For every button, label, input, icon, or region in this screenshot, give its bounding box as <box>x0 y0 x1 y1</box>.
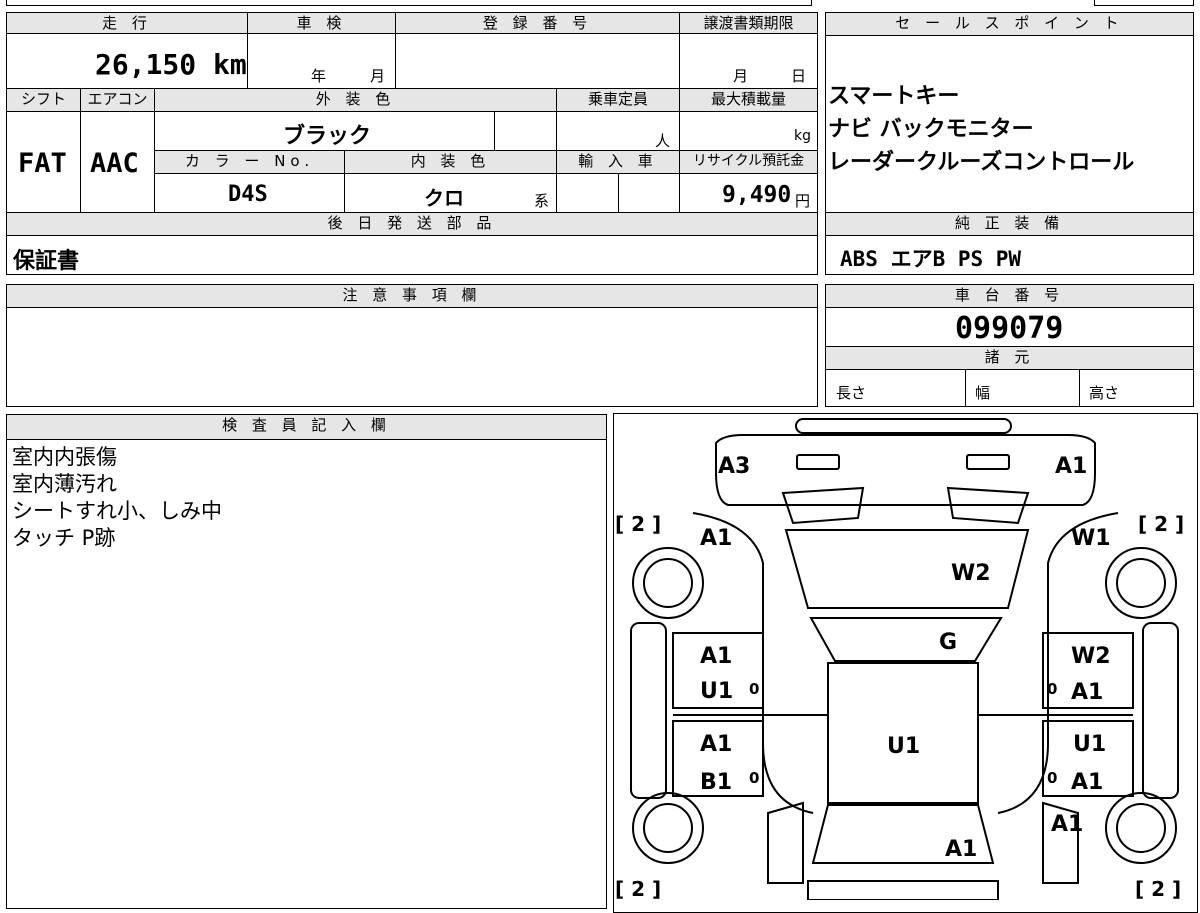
map-right-front-fender: W1 <box>1071 526 1111 551</box>
map-left-rear-door-1: A1 <box>700 732 732 757</box>
inspection-month: 月 <box>370 67 386 85</box>
sales-point-2: ナビ バックモニター <box>828 117 1034 142</box>
tire-mark-front-left: [ 2 ] <box>615 512 661 536</box>
genuine-equipment-header: 純 正 装 備 <box>825 212 1194 236</box>
tire-mark-rear-left: [ 2 ] <box>615 877 661 900</box>
notes-header: 注 意 事 項 欄 <box>6 284 818 308</box>
mileage-header: 走 行 <box>6 12 248 34</box>
map-front-right-corner: A1 <box>1055 454 1087 479</box>
aircon-value: AAC <box>90 148 139 179</box>
inspector-line-4: タッチ P跡 <box>12 526 116 550</box>
inspection-header: 車 検 <box>247 12 396 34</box>
transfer-month: 月 <box>733 67 749 85</box>
map-windshield: G <box>939 630 957 655</box>
exterior-extra-cell <box>494 111 557 151</box>
map-front-left-corner: A3 <box>718 454 750 479</box>
import-cell-a <box>556 173 619 213</box>
registration-header: 登 録 番 号 <box>395 12 680 34</box>
zero-mark-rr: 0 <box>1047 769 1057 787</box>
top-strip-right <box>1094 0 1194 6</box>
tire-mark-rear-right: [ 2 ] <box>1135 877 1181 900</box>
chassis-header: 車 台 番 号 <box>825 284 1194 308</box>
top-strip-left <box>6 0 812 6</box>
map-right-front-door-1: W2 <box>1071 644 1111 669</box>
recycle-unit: 円 <box>795 192 811 210</box>
map-right-rear-fender: A1 <box>1051 812 1083 837</box>
chassis-value: 099079 <box>955 311 1064 346</box>
genuine-equipment-value: ABS エアB PS PW <box>840 247 1022 271</box>
shift-value: FAT <box>18 148 67 179</box>
map-roof: U1 <box>887 734 920 759</box>
capacity-unit: 人 <box>655 132 671 150</box>
map-right-rear-door-1: U1 <box>1073 732 1106 757</box>
map-left-front-door-2: U1 <box>700 679 733 704</box>
later-parts-header: 後 日 発 送 部 品 <box>6 212 818 236</box>
tire-mark-front-right: [ 2 ] <box>1138 512 1184 536</box>
map-right-rear-door-2: A1 <box>1071 770 1103 795</box>
registration-cell <box>395 33 680 89</box>
notes-cell <box>6 307 818 407</box>
exterior-color-value: ブラック <box>283 124 372 149</box>
inspector-line-2: 室内薄汚れ <box>12 472 117 496</box>
map-right-front-door-2: A1 <box>1071 680 1103 705</box>
inspector-line-3: シートすれ小、しみ中 <box>12 499 222 523</box>
car-diagram: A3 A1 A1 W1 W2 G A1 U1 A1 B1 W2 A1 U1 A1… <box>615 418 1184 900</box>
aircon-header: エアコン <box>80 88 155 112</box>
map-hood: W2 <box>951 561 991 586</box>
shift-header: シフト <box>6 88 81 112</box>
exterior-header: 外 装 色 <box>154 88 557 112</box>
recycle-header: リサイクル預託金 <box>679 150 818 174</box>
import-header: 輸 入 車 <box>556 150 680 174</box>
mileage-value: 26,150 km <box>95 48 247 81</box>
color-no-header: カ ラ ー No. <box>154 150 345 174</box>
capacity-header: 乗車定員 <box>556 88 680 112</box>
interior-color-value: クロ <box>424 186 464 210</box>
map-trunk: A1 <box>945 837 977 862</box>
length-label: 長さ <box>836 384 867 402</box>
zero-mark-lf: 0 <box>749 680 759 698</box>
load-unit: kg <box>794 128 811 144</box>
inspector-header: 検 査 員 記 入 欄 <box>6 414 607 440</box>
import-cell-b <box>618 173 680 213</box>
max-load-header: 最大積載量 <box>679 88 818 112</box>
later-parts-value: 保証書 <box>13 249 80 274</box>
sales-point-3: レーダークルーズコントロール <box>828 150 1135 175</box>
height-label: 高さ <box>1089 384 1120 402</box>
map-left-front-door-1: A1 <box>700 644 732 669</box>
inspection-year: 年 <box>311 67 327 85</box>
sales-point-header: セ ー ル ス ポ イ ン ト <box>825 12 1194 36</box>
later-parts-cell <box>6 235 818 275</box>
interior-suffix: 系 <box>534 192 550 210</box>
zero-mark-rf: 0 <box>1047 680 1057 698</box>
recycle-value: 9,490 <box>722 182 792 208</box>
zero-mark-lr: 0 <box>749 769 759 787</box>
width-label: 幅 <box>975 384 991 402</box>
color-no-value: D4S <box>228 182 268 207</box>
map-left-rear-door-2: B1 <box>700 770 732 795</box>
inspector-line-1: 室内内張傷 <box>12 445 117 469</box>
sales-point-1: スマートキー <box>828 84 960 109</box>
transfer-day: 日 <box>791 67 807 85</box>
dimensions-header: 諸 元 <box>825 346 1194 370</box>
transfer-deadline-header: 譲渡書類期限 <box>679 12 818 34</box>
map-left-front-fender: A1 <box>700 526 732 551</box>
interior-header: 内 装 色 <box>344 150 557 174</box>
